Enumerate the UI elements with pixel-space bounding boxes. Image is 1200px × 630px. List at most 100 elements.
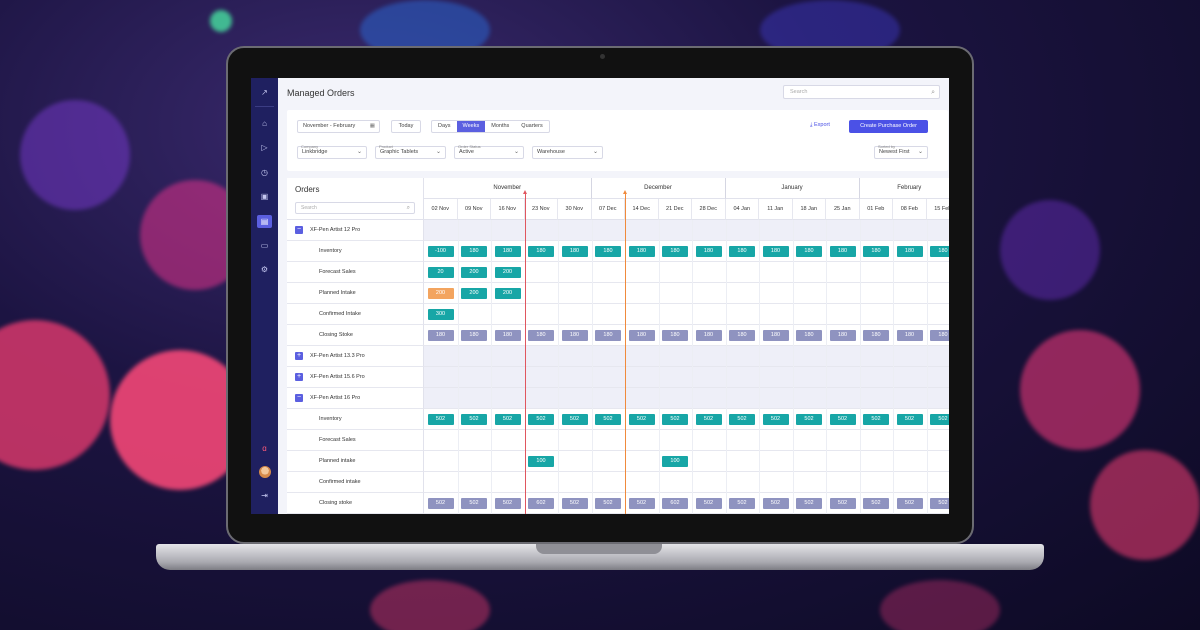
view-days[interactable]: Days (432, 121, 457, 132)
product-row[interactable]: + XF-Pen Artist 15.6 Pro (287, 367, 424, 388)
today-button[interactable]: Today (391, 120, 421, 133)
value-cell[interactable]: 180 (528, 246, 554, 257)
value-cell[interactable]: 180 (662, 246, 688, 257)
value-cell[interactable]: 502 (595, 414, 621, 425)
sort-select[interactable]: Sorted by Newest First ⌄ (874, 144, 928, 159)
value-cell[interactable]: 180 (695, 330, 722, 341)
value-cell[interactable]: 502 (829, 414, 856, 425)
value-cell[interactable]: 502 (628, 498, 655, 509)
value-cell[interactable]: 180 (762, 330, 789, 341)
value-cell[interactable]: 200 (494, 288, 521, 299)
view-months[interactable]: Months (485, 121, 515, 132)
value-cell[interactable]: 502 (427, 498, 454, 509)
value-cell[interactable]: 502 (695, 498, 722, 509)
value-cell[interactable]: 200 (427, 288, 454, 299)
value-cell[interactable]: 180 (729, 330, 755, 341)
avatar[interactable] (259, 466, 271, 478)
value-cell[interactable]: 502 (930, 498, 949, 509)
value-cell[interactable]: 180 (863, 246, 889, 257)
value-cell[interactable]: 502 (427, 414, 454, 425)
marker-handle[interactable] (522, 190, 527, 194)
orders-search-input[interactable]: Search ⌕ (295, 202, 415, 214)
value-cell[interactable]: 502 (494, 498, 521, 509)
value-cell[interactable]: 180 (662, 330, 688, 341)
value-cell[interactable]: 602 (662, 498, 688, 509)
expand-icon[interactable]: + (295, 373, 303, 381)
value-cell[interactable]: 502 (930, 414, 949, 425)
value-cell[interactable]: 180 (829, 246, 856, 257)
play-icon[interactable]: ▷ (259, 142, 270, 153)
expand-icon[interactable]: + (295, 352, 303, 360)
wallet-icon[interactable]: ▭ (259, 240, 270, 251)
view-weeks[interactable]: Weeks (456, 121, 486, 132)
value-cell[interactable]: 502 (762, 414, 789, 425)
settings-icon[interactable]: ⚙ (259, 264, 270, 275)
value-cell[interactable]: 502 (461, 414, 487, 425)
value-cell[interactable]: 180 (829, 330, 856, 341)
date-range-picker[interactable]: November - February ▦ (297, 120, 380, 133)
value-cell[interactable]: 502 (896, 498, 923, 509)
value-cell[interactable]: 180 (595, 330, 621, 341)
value-cell[interactable]: 180 (461, 246, 487, 257)
value-cell[interactable]: 502 (896, 414, 923, 425)
value-cell[interactable]: 180 (628, 246, 655, 257)
calendar-icon[interactable]: ▣ (259, 191, 270, 202)
value-cell[interactable]: 180 (930, 330, 949, 341)
value-cell[interactable]: 502 (662, 414, 688, 425)
home-icon[interactable]: ⌂ (259, 118, 270, 129)
value-cell[interactable]: 502 (561, 414, 588, 425)
logout-icon[interactable]: ⇥ (259, 490, 270, 501)
value-cell[interactable]: 180 (561, 246, 588, 257)
value-cell[interactable]: 180 (427, 330, 454, 341)
order-status-select[interactable]: Order Status Active ⌄ (454, 144, 524, 159)
value-cell[interactable]: -100 (427, 246, 454, 257)
value-cell[interactable]: 502 (796, 498, 822, 509)
value-cell[interactable]: 502 (863, 498, 889, 509)
value-cell[interactable]: 502 (561, 498, 588, 509)
value-cell[interactable]: 180 (863, 330, 889, 341)
value-cell[interactable]: 200 (461, 267, 487, 278)
value-cell[interactable]: 502 (595, 498, 621, 509)
export-button[interactable]: ⤓ Export (810, 122, 830, 129)
value-cell[interactable]: 180 (796, 330, 822, 341)
marker-handle[interactable] (623, 190, 627, 194)
product-select[interactable]: Product Graphic Tablets ⌄ (375, 144, 446, 159)
value-cell[interactable]: 502 (729, 498, 755, 509)
company-select[interactable]: Company Linkbridge ⌄ (297, 144, 367, 159)
value-cell[interactable]: 502 (829, 498, 856, 509)
value-cell[interactable]: 502 (762, 498, 789, 509)
value-cell[interactable]: 200 (494, 267, 521, 278)
warehouse-select[interactable]: Warehouse ⌄ (532, 146, 603, 159)
value-cell[interactable]: 180 (729, 246, 755, 257)
value-cell[interactable]: 502 (729, 414, 755, 425)
create-purchase-order-button[interactable]: Create Purchase Order (849, 120, 928, 133)
value-cell[interactable]: 180 (494, 246, 521, 257)
value-cell[interactable]: 502 (628, 414, 655, 425)
value-cell[interactable]: 180 (896, 330, 923, 341)
value-cell[interactable]: 502 (528, 414, 554, 425)
product-row[interactable]: − XF-Pen Artist 16 Pro (287, 388, 424, 409)
search-input[interactable]: Search ⌕ (783, 85, 940, 99)
value-cell[interactable]: 180 (896, 246, 923, 257)
value-cell[interactable]: 502 (695, 414, 722, 425)
external-link-icon[interactable]: ↗ (259, 87, 270, 98)
collapse-icon[interactable]: − (295, 394, 303, 402)
view-quarters[interactable]: Quarters (515, 121, 548, 132)
value-cell[interactable]: 200 (461, 288, 487, 299)
value-cell[interactable]: 300 (427, 309, 454, 320)
value-cell[interactable]: 100 (662, 456, 688, 467)
value-cell[interactable]: 602 (528, 498, 554, 509)
value-cell[interactable]: 180 (461, 330, 487, 341)
clock-icon[interactable]: ◷ (259, 167, 270, 178)
value-cell[interactable]: 180 (494, 330, 521, 341)
value-cell[interactable]: 180 (796, 246, 822, 257)
value-cell[interactable]: 20 (427, 267, 454, 278)
value-cell[interactable]: 180 (695, 246, 722, 257)
product-row[interactable]: + XF-Pen Artist 13.3 Pro (287, 346, 424, 367)
value-cell[interactable]: 180 (595, 246, 621, 257)
orders-icon[interactable]: ▤ (257, 215, 272, 228)
value-cell[interactable]: 502 (494, 414, 521, 425)
value-cell[interactable]: 180 (762, 246, 789, 257)
product-row[interactable]: − XF-Pen Artist 12 Pro (287, 220, 424, 241)
value-cell[interactable]: 502 (461, 498, 487, 509)
